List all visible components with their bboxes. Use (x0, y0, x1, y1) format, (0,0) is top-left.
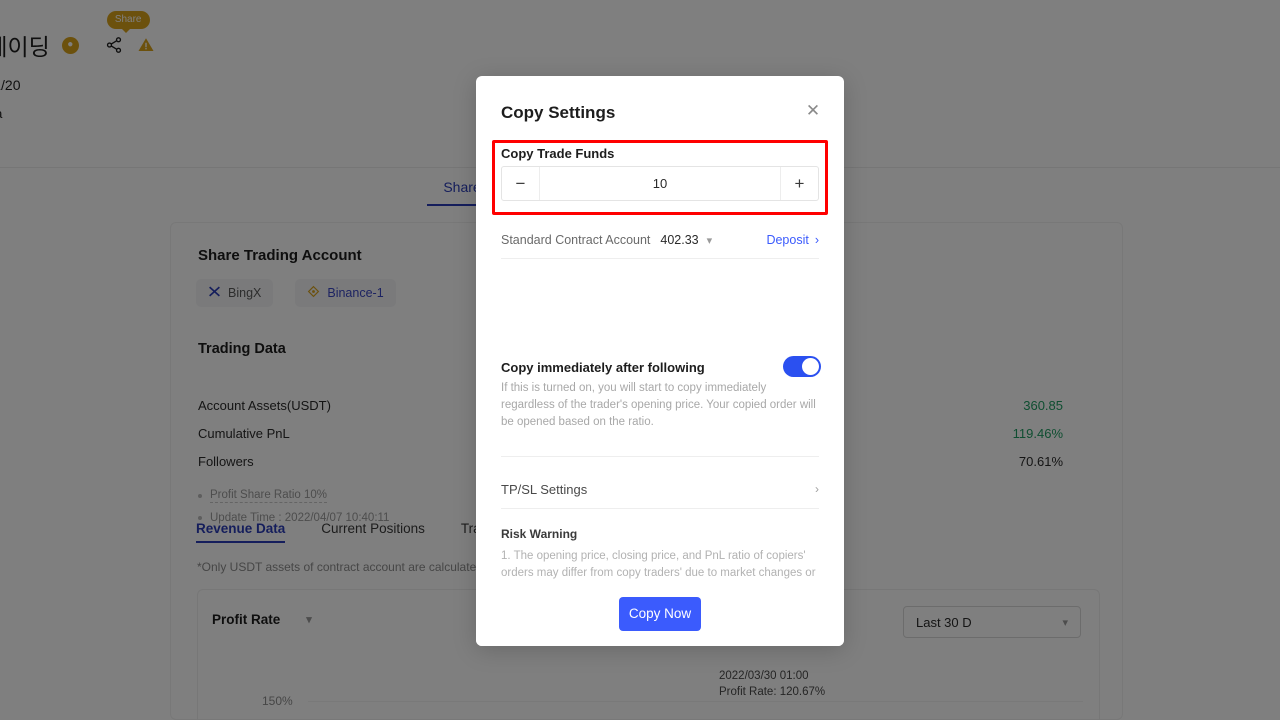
risk-warning-title: Risk Warning (501, 527, 578, 541)
contract-account-label: Standard Contract Account (501, 233, 651, 247)
contract-account-balance: 402.33 (660, 233, 699, 247)
copy-now-button[interactable]: Copy Now (619, 596, 701, 631)
copy-trade-funds-label: Copy Trade Funds (501, 146, 615, 161)
chevron-right-icon: › (814, 233, 819, 247)
copy-settings-dialog: Copy Settings ✕ Copy Trade Funds − 10 + … (476, 76, 844, 646)
dialog-title: Copy Settings (501, 103, 616, 122)
tpsl-settings-row[interactable]: TP/SL Settings › (501, 478, 819, 500)
tpsl-settings-label: TP/SL Settings (501, 481, 588, 497)
close-icon[interactable]: ✕ (804, 102, 822, 120)
contract-account-row: Standard Contract Account 402.33 ▾ Depos… (501, 228, 819, 252)
chevron-right-icon: › (815, 482, 819, 496)
deposit-link[interactable]: Deposit › (766, 233, 819, 247)
divider (501, 508, 819, 509)
divider (501, 258, 819, 259)
divider (501, 456, 819, 457)
deposit-label: Deposit (766, 233, 809, 247)
copy-immediately-label: Copy immediately after following (501, 360, 705, 375)
copy-trade-funds-stepper[interactable]: − 10 + (501, 166, 819, 201)
chevron-down-icon[interactable]: ▾ (707, 234, 713, 247)
plus-icon[interactable]: + (780, 167, 818, 200)
copy-immediately-description: If this is turned on, you will start to … (501, 382, 816, 428)
app-root: 틀트레이딩 ● Share 22/01/20 o Data Share Trad… (0, 0, 1280, 720)
toggle-knob (802, 358, 819, 375)
dialog-footer: Copy Now (476, 581, 844, 646)
minus-icon[interactable]: − (502, 167, 540, 200)
copy-immediately-toggle[interactable] (783, 356, 821, 377)
copy-trade-funds-input[interactable]: 10 (540, 167, 780, 200)
